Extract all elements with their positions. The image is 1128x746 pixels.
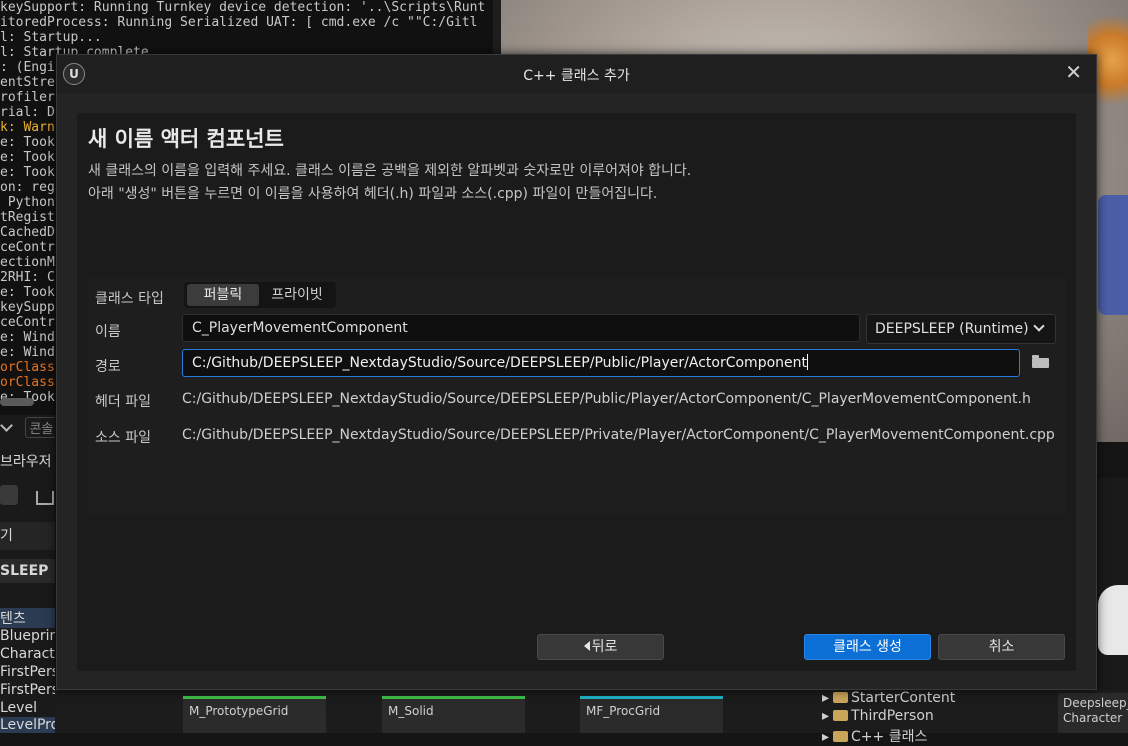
module-select[interactable]: DEEPSLEEP (Runtime) [866,314,1056,344]
arrow-left-icon [583,641,590,651]
right-toolbar [1098,478,1128,690]
folder-label: ThirdPerson [851,708,934,724]
chevron-right-icon[interactable]: ▸ [822,708,829,724]
folder-item[interactable]: ▸ ThirdPerson [822,708,934,724]
public-option[interactable]: 퍼블릭 [187,284,259,306]
browser-toolbar [0,485,55,509]
dialog-title: C++ 클래스 추가 [523,68,630,84]
log-scrollbar[interactable] [0,398,34,406]
folder-item[interactable]: ▸ C++ 클래스 [822,726,927,746]
project-label[interactable]: SLEEP [0,559,55,583]
header-file-label: 헤더 파일 [95,394,151,410]
text-caret [807,354,808,370]
class-name-input[interactable]: C_PlayerMovementComponent [182,314,860,342]
log-line: keySupport: Running Turnkey device detec… [0,0,486,15]
log-line: itoredProcess: Running Serialized UAT: [… [0,15,478,30]
source-file-label: 소스 파일 [95,430,151,446]
folder-tree-item[interactable]: Characte [0,646,55,662]
chevron-down-icon [1032,320,1045,332]
dialog-titlebar[interactable]: U C++ 클래스 추가 ✕ [57,55,1096,93]
folder-tree-item[interactable]: FirstPers [0,664,55,680]
asset-thumbnail[interactable]: M_Solid [382,696,525,733]
chevron-down-icon [0,419,13,432]
browser-tab[interactable]: 브라우저 [0,451,55,471]
class-type-label: 클래스 타입 [95,291,164,307]
folder-tree-item[interactable]: LevelPrototyping [0,717,55,733]
asset-card-line: Character [1063,711,1123,725]
folder-tree-item[interactable]: Blueprint [0,628,55,644]
name-label: 이름 [95,324,121,340]
description-line: 새 클래스의 이름을 입력해 주세요. 클래스 이름은 공백을 제외한 알파벳과… [88,163,692,179]
create-class-button[interactable]: 클래스 생성 [804,634,931,660]
cancel-button[interactable]: 취소 [938,634,1065,660]
log-line: l: Startup... [0,30,102,45]
asset-type-bar [580,696,723,699]
asset-thumbnail-label: MF_ProcGrid [586,704,661,718]
import-icon[interactable] [36,491,55,505]
source-file-path: C:/Github/DEEPSLEEP_NextdayStudio/Source… [182,427,1055,443]
class-type-toggle: 퍼블릭 프라이빗 [184,282,336,308]
back-row[interactable]: 기 [0,522,55,550]
folder-icon[interactable] [1032,355,1050,369]
chevron-right-icon[interactable]: ▸ [822,690,829,706]
description-line: 아래 "생성" 버튼을 누르면 이 이름을 사용하여 헤더(.h) 파일과 소스… [88,186,658,202]
path-label: 경로 [95,359,121,375]
add-button[interactable] [0,485,18,505]
folder-tree-item[interactable]: 텐츠 [0,608,55,628]
character-avatar [1098,585,1128,655]
add-cpp-class-dialog: U C++ 클래스 추가 ✕ 새 이름 액터 컴포넌트 새 클래스의 이름을 입… [56,54,1097,690]
asset-type-bar [183,696,326,699]
path-input-value: C:/Github/DEEPSLEEP_NextdayStudio/Source… [192,355,807,371]
class-form: 클래스 타입 퍼블릭 프라이빗 이름 C_PlayerMovementCompo… [88,279,1065,515]
console-row[interactable]: 콘솔 [0,417,55,439]
page-title: 새 이름 액터 컴포넌트 [88,127,284,151]
folder-icon [833,710,849,721]
back-button[interactable]: 뒤로 [537,634,664,660]
folder-tree-item[interactable]: FirstPerson [0,682,55,698]
asset-card-line: Deepsleep_ [1063,696,1128,710]
close-icon[interactable]: ✕ [1065,60,1082,84]
folder-label: StarterContent [851,690,956,706]
module-select-value: DEEPSLEEP (Runtime) [875,321,1029,337]
folder-item[interactable]: ▸ StarterContent [822,690,955,706]
asset-thumbnail[interactable]: MF_ProcGrid [580,696,723,733]
viewport-object [1098,195,1128,315]
path-input[interactable]: C:/Github/DEEPSLEEP_NextdayStudio/Source… [182,349,1020,377]
dialog-content: 새 이름 액터 컴포넌트 새 클래스의 이름을 입력해 주세요. 클래스 이름은… [77,113,1076,671]
folder-label: C++ 클래스 [851,729,928,745]
private-option[interactable]: 프라이빗 [261,284,333,306]
asset-card[interactable]: Deepsleep_ Character [1058,693,1128,733]
chevron-right-icon[interactable]: ▸ [822,729,829,745]
asset-type-bar [382,696,525,699]
folder-tree-item[interactable]: Level [0,700,55,716]
content-browser-sidebar: 콘솔 브라우저 기 SLEEP 텐츠Blueprint Characte First… [0,415,55,733]
header-file-path: C:/Github/DEEPSLEEP_NextdayStudio/Source… [182,391,1031,407]
asset-thumbnail-label: M_PrototypeGrid [189,704,289,718]
back-button-label: 뒤로 [591,639,618,655]
console-input[interactable]: 콘솔 [25,417,55,438]
folder-icon [833,692,849,703]
asset-thumbnail-label: M_Solid [388,704,434,718]
asset-thumbnail[interactable]: M_PrototypeGrid [183,696,326,733]
